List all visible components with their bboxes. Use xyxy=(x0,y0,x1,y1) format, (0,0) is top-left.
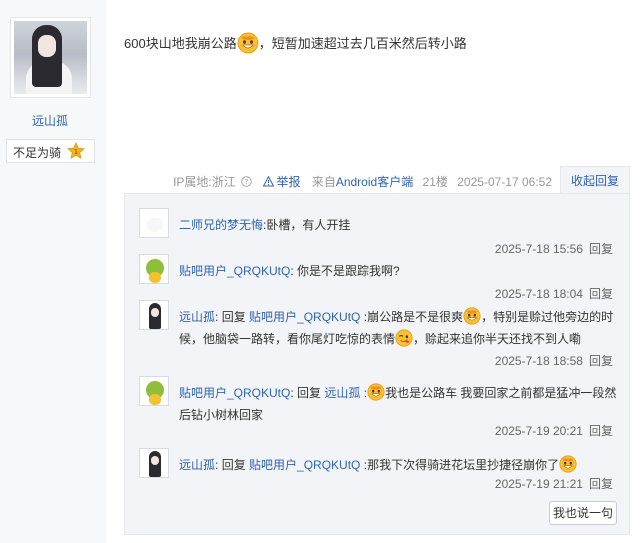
reply-word: 回复 xyxy=(221,458,246,472)
reply-username[interactable]: 贴吧用户_QRQKUtQ xyxy=(179,386,290,400)
reply-button[interactable]: 回复 xyxy=(589,287,613,301)
avatar[interactable] xyxy=(139,300,169,330)
report-link[interactable]: 举报 xyxy=(276,175,300,189)
avatar[interactable] xyxy=(139,376,169,406)
badge-label: 不足为骑 xyxy=(13,146,62,160)
list-item: 远山孤: 回复 贴吧用户_QRQKUtQ :崩公路是不是很爽 ，特别是赊过他旁边的… xyxy=(139,300,619,370)
author-avatar[interactable] xyxy=(10,17,91,98)
grin-emoji-icon xyxy=(463,307,481,325)
collapse-replies-button[interactable]: 收起回复 xyxy=(560,166,630,194)
reply-footer: 2025-7-19 21:21 回复 xyxy=(495,475,613,492)
post-text-before: 600块山地我崩公路 xyxy=(124,36,237,51)
floor-number: 21楼 xyxy=(422,175,448,189)
reply-time: 2025-7-18 18:58 xyxy=(494,354,583,368)
ip-location: IP属地:浙江 xyxy=(173,175,236,189)
reply-word: 回复 xyxy=(221,310,246,324)
reply-target[interactable]: 贴吧用户_QRQKUtQ xyxy=(249,458,360,472)
client-prefix: 来自 xyxy=(311,175,336,189)
reply-text: 贴吧用户_QRQKUtQ: 回复 远山孤 : 我也是公路车 我要回家之前都是猛冲一… xyxy=(179,382,619,426)
add-comment-button[interactable]: 我也说一句 xyxy=(549,501,617,525)
reply-content: :卧槽，有人开挂 xyxy=(263,218,351,232)
reply-time: 2025-7-19 20:21 xyxy=(494,424,583,438)
grin-emoji-icon xyxy=(237,32,259,54)
client-link[interactable]: Android客户端 xyxy=(336,175,413,189)
list-item: 贴吧用户_QRQKUtQ: 你是不是跟踪我啊? 2025-7-18 18:04 回… xyxy=(139,254,619,301)
help-icon[interactable]: ? xyxy=(241,176,252,187)
reply-content: ，赊起来追你半天还找不到人嘞 xyxy=(413,332,582,346)
grin-emoji-icon xyxy=(559,455,577,473)
reply-target[interactable]: 贴吧用户_QRQKUtQ xyxy=(249,310,360,324)
reply-username[interactable]: 贴吧用户_QRQKUtQ xyxy=(179,264,290,278)
reply-username[interactable]: 远山孤 xyxy=(179,310,215,324)
reply-username[interactable]: 二师兄的梦无悔 xyxy=(179,218,263,232)
reply-text: 二师兄的梦无悔:卧槽，有人开挂 xyxy=(179,214,619,236)
reply-word: 回复 xyxy=(297,386,322,400)
reply-text: 贴吧用户_QRQKUtQ: 你是不是跟踪我啊? xyxy=(179,260,619,282)
author-panel: 远山孤 不足为骑 1 xyxy=(0,0,106,543)
reply-time: 2025-7-18 18:04 xyxy=(494,287,583,301)
avatar[interactable] xyxy=(139,208,169,238)
grin-emoji-icon xyxy=(367,383,385,401)
reply-button[interactable]: 回复 xyxy=(589,354,613,368)
avatar-image xyxy=(14,21,87,94)
list-item: 贴吧用户_QRQKUtQ: 回复 远山孤 : 我也是公路车 我要回家之前都是猛冲一… xyxy=(139,376,619,440)
tongue-emoji-icon xyxy=(395,329,413,347)
author-name[interactable]: 远山孤 xyxy=(0,112,100,129)
reply-footer: 2025-7-18 18:58 回复 xyxy=(495,352,613,369)
reply-content: : 你是不是跟踪我啊? xyxy=(290,264,400,278)
avatar[interactable] xyxy=(139,254,169,284)
reply-content: :那我下次得骑进花坛里抄捷径崩你了 xyxy=(363,458,560,472)
level-star-icon: 1 xyxy=(67,142,85,160)
post-time: 2025-07-17 06:52 xyxy=(457,175,552,189)
reply-footer: 2025-7-19 20:21 回复 xyxy=(495,422,613,439)
reply-username[interactable]: 远山孤 xyxy=(179,458,215,472)
avatar[interactable] xyxy=(139,448,169,478)
list-item: 二师兄的梦无悔:卧槽，有人开挂 2025-7-18 15:56 回复 xyxy=(139,208,619,256)
svg-text:1: 1 xyxy=(74,148,78,156)
post-content: 600块山地我崩公路 ，短暂加速超过去几百米然后转小路 xyxy=(124,32,467,54)
reply-target[interactable]: 远山孤 xyxy=(324,386,360,400)
reply-content: :崩公路是不是很爽 xyxy=(363,310,464,324)
reply-button[interactable]: 回复 xyxy=(589,424,613,438)
post-meta: IP属地:浙江 ? 举报 来自Android客户端 21楼 2025-07-17… xyxy=(167,173,552,190)
reply-text: 远山孤: 回复 贴吧用户_QRQKUtQ :崩公路是不是很爽 ，特别是赊过他旁边的… xyxy=(179,306,619,350)
reply-time: 2025-7-19 21:21 xyxy=(494,477,583,491)
svg-text:?: ? xyxy=(245,178,249,186)
reply-list: 二师兄的梦无悔:卧槽，有人开挂 2025-7-18 15:56 回复 贴吧用户_Q… xyxy=(124,193,630,535)
warning-icon[interactable] xyxy=(263,175,275,187)
list-item: 远山孤: 回复 贴吧用户_QRQKUtQ :那我下次得骑进花坛里抄捷径崩你了 2… xyxy=(139,448,619,492)
reply-text: 远山孤: 回复 贴吧用户_QRQKUtQ :那我下次得骑进花坛里抄捷径崩你了 xyxy=(179,454,619,476)
author-title-badge[interactable]: 不足为骑 1 xyxy=(6,139,95,163)
reply-button[interactable]: 回复 xyxy=(589,477,613,491)
post-text-after: ，短暂加速超过去几百米然后转小路 xyxy=(258,36,467,51)
